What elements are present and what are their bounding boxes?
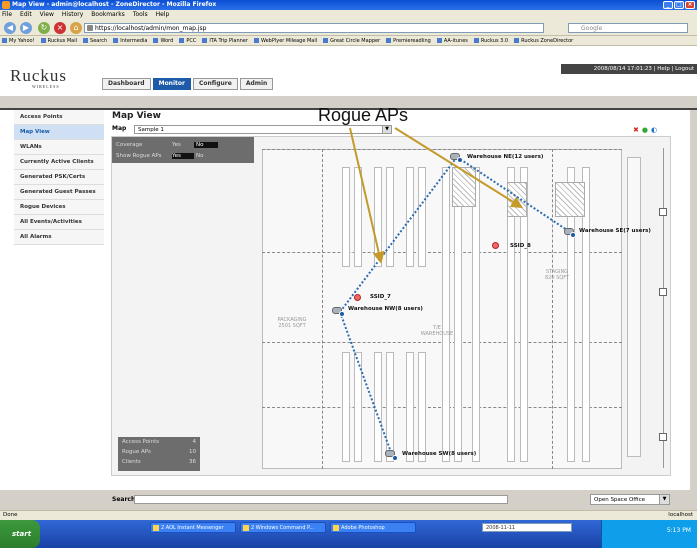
taskbar: start 2 AOL Instant Messenger 2 Windows …	[0, 520, 697, 548]
task-label: Adobe Photoshop	[341, 525, 385, 531]
status-bar: Done localhost	[0, 510, 697, 520]
status-host: localhost	[668, 512, 693, 518]
taskbar-address-input[interactable]: 2008-11-11	[482, 523, 572, 532]
taskbar-item[interactable]: 2 Windows Command P...	[240, 522, 326, 533]
clock: 5:13 PM	[666, 527, 691, 534]
status-text: Done	[3, 512, 18, 518]
app-icon	[153, 525, 159, 531]
task-label: 2 Windows Command P...	[251, 525, 314, 531]
annotation-arrows	[349, 127, 524, 264]
annotation-arrow-1	[349, 127, 385, 264]
app-icon	[333, 525, 339, 531]
task-label: 2 AOL Instant Messenger	[161, 525, 224, 531]
start-button[interactable]: start	[0, 520, 40, 548]
app-icon	[243, 525, 249, 531]
annotation-arrow-2	[394, 127, 524, 209]
system-tray: 5:13 PM	[601, 520, 697, 548]
taskbar-item[interactable]: Adobe Photoshop	[330, 522, 416, 533]
taskbar-item[interactable]: 2 AOL Instant Messenger	[150, 522, 236, 533]
